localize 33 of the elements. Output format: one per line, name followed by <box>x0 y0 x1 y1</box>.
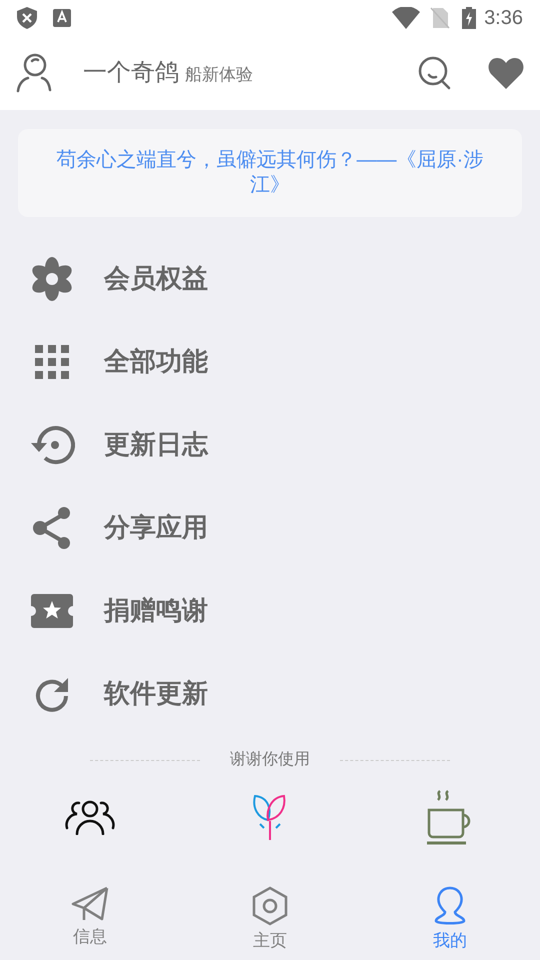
ticket-icon <box>31 594 73 628</box>
share-icon <box>32 506 72 550</box>
nav-tab[interactable]: 信息 <box>0 880 180 960</box>
hexagon-icon <box>252 886 288 926</box>
person-icon <box>433 886 467 926</box>
refresh-icon <box>34 676 70 712</box>
people-icon <box>65 799 115 835</box>
search-icon[interactable] <box>418 56 452 90</box>
clock-time: 3:36 <box>484 6 523 31</box>
battery-icon <box>462 7 476 29</box>
menu-item[interactable]: 会员权益 <box>0 237 540 320</box>
user-icon[interactable] <box>16 53 52 93</box>
heart-icon[interactable] <box>488 57 524 89</box>
sprout-icon <box>252 794 288 840</box>
menu-item[interactable]: 捐赠鸣谢 <box>0 569 540 652</box>
thanks-text: 谢谢你使用 <box>230 750 310 770</box>
no-sim-icon <box>430 7 450 29</box>
menu-item[interactable]: 全部功能 <box>0 320 540 403</box>
quote-text: 苟余心之端直兮，虽僻远其何伤？——《屈原·涉江》 <box>56 148 484 198</box>
menu-item[interactable]: 分享应用 <box>0 486 540 569</box>
menu-item[interactable]: 软件更新 <box>0 652 540 735</box>
nav-tab[interactable]: 主页 <box>180 880 360 960</box>
wifi-icon <box>392 7 420 29</box>
menu-item[interactable]: 更新日志 <box>0 403 540 486</box>
keyboard-icon <box>53 9 71 27</box>
app-title: 一个奇鸽 <box>83 58 179 88</box>
nav-tab[interactable]: 我的 <box>360 880 540 960</box>
flower-icon <box>30 256 74 302</box>
app-subtitle: 船新体验 <box>185 64 253 86</box>
shield-icon <box>17 7 37 29</box>
grid-icon <box>35 344 69 378</box>
history-icon <box>29 424 75 464</box>
paper-plane-icon <box>71 886 109 922</box>
